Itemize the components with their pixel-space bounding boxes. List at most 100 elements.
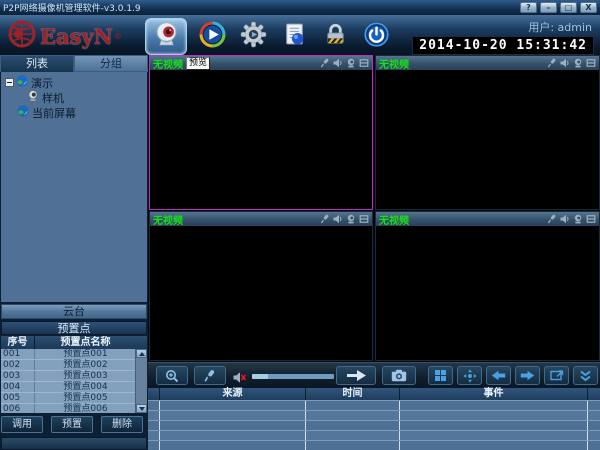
collapse-icon[interactable] — [5, 78, 14, 87]
tree-item-label: 当前屏幕 — [32, 105, 76, 121]
maximize-button[interactable]: □ — [560, 2, 577, 13]
dome-camera-icon[interactable] — [573, 214, 583, 224]
mic-icon[interactable] — [547, 214, 557, 224]
talk-button[interactable] — [194, 366, 226, 385]
log-button[interactable] — [278, 20, 310, 52]
window-icon[interactable] — [359, 58, 369, 68]
speaker-icon[interactable] — [333, 58, 343, 68]
volume-slider[interactable] — [252, 374, 334, 379]
alarm-arrow-button[interactable] — [336, 366, 376, 385]
event-row[interactable] — [148, 440, 600, 450]
preset-row[interactable]: 003 预置点003 — [1, 371, 147, 382]
speaker-icon[interactable] — [560, 214, 570, 224]
window-icon[interactable] — [586, 214, 596, 224]
globe-icon — [16, 75, 28, 90]
lock-button[interactable] — [319, 20, 351, 52]
mute-speaker-icon[interactable] — [233, 369, 247, 388]
close-button[interactable]: X — [580, 2, 597, 13]
no-video-label: 无视频 — [153, 212, 183, 227]
tab-group[interactable]: 分组 — [74, 55, 148, 72]
camera-icon — [27, 90, 39, 105]
zoom-icon — [165, 369, 179, 383]
event-row[interactable] — [148, 420, 600, 430]
video-canvas[interactable] — [150, 226, 372, 360]
lock-icon — [323, 22, 348, 51]
mic-icon[interactable] — [320, 58, 330, 68]
video-pane-1[interactable]: 无视频 预览 — [149, 55, 373, 210]
preset-col-no: 序号 — [1, 336, 35, 349]
video-pane-2[interactable]: 无视频 — [375, 55, 600, 210]
preset-buttons: 调用 预置 删除 — [0, 416, 148, 433]
tab-list[interactable]: 列表 — [0, 55, 74, 72]
window-title: P2P网络摄像机管理软件-v3.0.1.9 — [3, 1, 517, 14]
preset-row[interactable]: 006 预置点006 — [1, 404, 147, 413]
preset-panel-title: 预置点 — [1, 321, 147, 335]
logo-reg-mark: ® — [114, 32, 122, 41]
dome-camera-icon[interactable] — [346, 214, 356, 224]
event-row[interactable] — [148, 400, 600, 410]
ptz-panel-button[interactable]: 云台 — [1, 304, 147, 319]
dome-camera-icon[interactable] — [573, 58, 583, 68]
video-pane-4[interactable]: 无视频 — [375, 211, 600, 361]
speaker-icon[interactable] — [560, 58, 570, 68]
logo: EasyN ® — [8, 20, 122, 52]
tree-item-camera[interactable]: 样机 — [1, 90, 147, 105]
video-pane-3[interactable]: 无视频 — [149, 211, 373, 361]
expand-events-button[interactable] — [573, 366, 598, 385]
minimize-button[interactable]: – — [540, 2, 557, 13]
event-row[interactable] — [148, 430, 600, 440]
preset-row[interactable]: 004 预置点004 — [1, 382, 147, 393]
sidebar-tabs: 列表 分组 — [0, 55, 148, 72]
datetime-display: 2014-10-20 15:31:42 — [412, 36, 594, 55]
tree-item-demo[interactable]: 演示 — [1, 75, 147, 90]
logo-text: EasyN — [40, 24, 113, 49]
pane-header: 无视频 — [150, 212, 372, 226]
user-label: 用户: admin — [528, 19, 592, 35]
preset-row[interactable]: 002 预置点002 — [1, 360, 147, 371]
chevron-double-down-icon — [579, 370, 592, 382]
main-toolbar — [145, 17, 392, 55]
device-tree: 演示 样机 — [1, 72, 147, 302]
preview-tooltip: 预览 — [186, 57, 210, 70]
video-canvas[interactable] — [376, 70, 599, 209]
exit-button[interactable] — [360, 20, 392, 52]
window-icon[interactable] — [359, 214, 369, 224]
window-icon[interactable] — [586, 58, 596, 68]
preset-row[interactable]: 001 预置点001 — [1, 349, 147, 360]
settings-button[interactable] — [237, 20, 269, 52]
arrow-right-icon — [520, 370, 535, 381]
scroll-up-icon[interactable] — [136, 349, 147, 358]
pan-icon — [463, 369, 477, 383]
tree-item-current-screen[interactable]: 当前屏幕 — [1, 105, 147, 120]
cycle-button[interactable] — [544, 366, 569, 385]
titlebar: P2P网络摄像机管理软件-v3.0.1.9 ? – □ X — [0, 0, 600, 15]
sidebar: 列表 分组 演示 — [0, 55, 148, 450]
video-toolbar — [148, 362, 600, 388]
mic-icon[interactable] — [547, 58, 557, 68]
preset-delete-button[interactable]: 删除 — [101, 416, 143, 433]
playback-button[interactable] — [196, 20, 228, 52]
pane-header: 无视频 — [376, 56, 599, 70]
help-button[interactable]: ? — [520, 2, 537, 13]
fullscreen-pan-button[interactable] — [457, 366, 482, 385]
snapshot-button[interactable] — [382, 366, 416, 385]
next-page-button[interactable] — [515, 366, 540, 385]
preset-call-button[interactable]: 调用 — [1, 416, 43, 433]
preset-scrollbar[interactable] — [135, 349, 147, 413]
digital-zoom-button[interactable] — [156, 366, 188, 385]
tree-item-label: 样机 — [42, 90, 64, 106]
mic-icon[interactable] — [320, 214, 330, 224]
preset-table: 序号 预置点名称 001 预置点001 002 预置点002 003 预置点00… — [1, 336, 147, 413]
scroll-down-icon[interactable] — [136, 404, 147, 413]
prev-page-button[interactable] — [486, 366, 511, 385]
event-table: 来源 时间 事件 — [148, 388, 600, 450]
speaker-icon[interactable] — [333, 214, 343, 224]
dome-camera-icon[interactable] — [346, 58, 356, 68]
preview-button[interactable] — [145, 18, 187, 55]
preset-set-button[interactable]: 预置 — [51, 416, 93, 433]
event-row[interactable] — [148, 410, 600, 420]
video-canvas[interactable] — [376, 226, 599, 360]
preset-row[interactable]: 005 预置点005 — [1, 393, 147, 404]
grid-view-button[interactable] — [428, 366, 453, 385]
video-canvas[interactable] — [150, 70, 372, 209]
